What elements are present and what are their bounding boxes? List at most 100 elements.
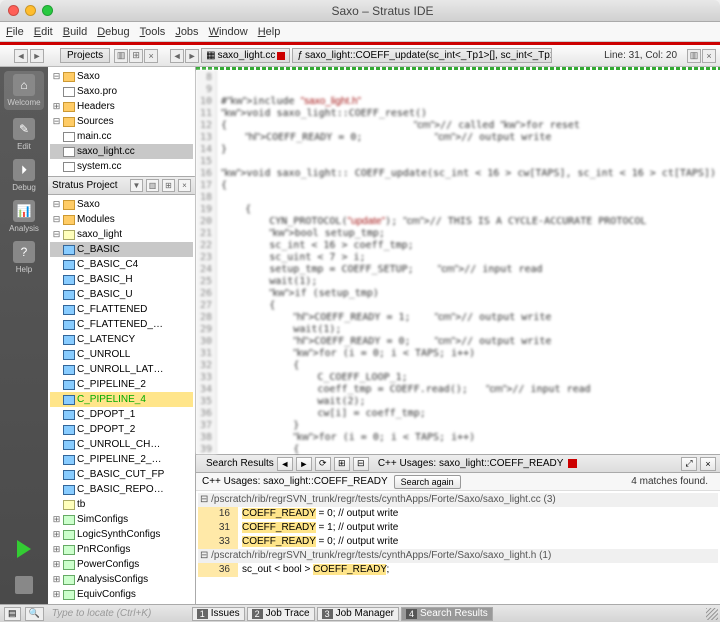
tree-item[interactable]: C_DPOPT_2 [50, 422, 193, 437]
panel-split-icon[interactable]: ▥ [146, 179, 159, 192]
maximize-icon[interactable] [42, 5, 53, 16]
tree-item[interactable]: ⊞SimConfigs [50, 512, 193, 527]
menu-tools[interactable]: Tools [140, 26, 166, 38]
status-tab-job-trace[interactable]: 2Job Trace [247, 607, 315, 621]
menu-file[interactable]: File [6, 26, 24, 38]
tree-item[interactable]: ⊞PnRConfigs [50, 542, 193, 557]
panel-pin-icon[interactable]: ⊞ [162, 179, 175, 192]
tree-item[interactable]: ⊞EquivConfigs [50, 587, 193, 602]
status-tab-search-results[interactable]: 4Search Results [401, 607, 493, 621]
code-editor[interactable]: 8 9 10 11 12 13 14 15 16 17 18 19 20 21 … [196, 70, 720, 454]
tree-twisty-icon[interactable]: ⊟ [52, 69, 61, 84]
search-refresh-icon[interactable]: ⟳ [315, 457, 331, 471]
menu-edit[interactable]: Edit [34, 26, 53, 38]
search-group[interactable]: ⊟ /pscratch/rib/regrSVN_trunk/regr/tests… [198, 493, 718, 507]
close-tab-icon[interactable] [277, 52, 285, 60]
tree-twisty-icon[interactable]: ⊞ [52, 557, 61, 572]
menu-window[interactable]: Window [209, 26, 248, 38]
stratus-tree[interactable]: ⊟Saxo⊟Modules⊟saxo_lightC_BASICC_BASIC_C… [48, 195, 195, 604]
tree-item[interactable]: ⊞Libraries [50, 602, 193, 604]
tree-item[interactable]: ⊟Saxo [50, 69, 193, 84]
search-result-line[interactable]: 36 sc_out < bool > COEFF_READY; [198, 563, 718, 577]
close-icon[interactable] [8, 5, 19, 16]
mode-welcome[interactable]: ⌂Welcome [4, 71, 44, 110]
search-maximize-icon[interactable]: ⤢ [681, 457, 697, 471]
locate-icon[interactable]: 🔍 [25, 607, 44, 621]
panel-split-icon[interactable]: ▥ [114, 49, 128, 63]
search-result-line[interactable]: 33 COEFF_READY = 0; // output write [198, 535, 718, 549]
tree-twisty-icon[interactable]: ⊞ [52, 587, 61, 602]
tree-twisty-icon[interactable]: ⊞ [52, 572, 61, 587]
mode-analysis[interactable]: 📊Analysis [4, 200, 44, 233]
tree-item[interactable]: C_BASIC [50, 242, 193, 257]
tree-item[interactable]: Saxo.pro [50, 84, 193, 99]
search-again-button[interactable]: Search again [394, 475, 461, 489]
tree-item[interactable]: C_FLATTENED_… [50, 317, 193, 332]
projects-panel-label[interactable]: Projects [60, 48, 110, 63]
tree-twisty-icon[interactable]: ⊞ [52, 527, 61, 542]
panel-pin-icon[interactable]: ⊞ [129, 49, 143, 63]
search-group[interactable]: ⊟ /pscratch/rib/regrSVN_trunk/regr/tests… [198, 549, 718, 563]
search-dropdown-icon[interactable] [568, 459, 577, 468]
projects-tree[interactable]: ⊟SaxoSaxo.pro⊞Headers⊟Sourcesmain.ccsaxo… [48, 67, 195, 177]
tree-item[interactable]: C_DPOPT_1 [50, 407, 193, 422]
tree-item[interactable]: ⊞Headers [50, 99, 193, 114]
editor-tab-symbol[interactable]: ƒ saxo_light::COEFF_update(sc_int<_Tp1>[… [292, 48, 552, 63]
tree-twisty-icon[interactable]: ⊞ [52, 512, 61, 527]
build-config-button[interactable] [15, 576, 33, 594]
tree-item[interactable]: tb [50, 497, 193, 512]
search-result-line[interactable]: 16 COEFF_READY = 0; // output write [198, 507, 718, 521]
tree-item[interactable]: C_PIPELINE_2 [50, 377, 193, 392]
status-tab-issues[interactable]: 1Issues [192, 607, 245, 621]
nav-fwd-icon[interactable]: ► [30, 49, 44, 63]
tree-item[interactable]: C_BASIC_REPO… [50, 482, 193, 497]
tree-twisty-icon[interactable]: ⊞ [52, 542, 61, 557]
tree-item[interactable]: ⊟Modules [50, 212, 193, 227]
tree-item[interactable]: ⊟Saxo [50, 197, 193, 212]
editor-close-icon[interactable]: × [702, 49, 716, 63]
tree-item[interactable]: C_PIPELINE_2_… [50, 452, 193, 467]
search-prev-icon[interactable]: ◄ [277, 457, 293, 471]
tree-item[interactable]: C_PIPELINE_4 [50, 392, 193, 407]
search-result-line[interactable]: 31 COEFF_READY = 1; // output write [198, 521, 718, 535]
resize-handle[interactable] [706, 608, 718, 620]
tree-item[interactable]: C_LATENCY [50, 332, 193, 347]
tree-item[interactable]: C_BASIC_C4 [50, 257, 193, 272]
minimize-icon[interactable] [25, 5, 36, 16]
tree-twisty-icon[interactable]: ⊞ [52, 602, 61, 604]
tree-twisty-icon[interactable]: ⊟ [52, 212, 61, 227]
output-toggle-icon[interactable]: ▤ [4, 607, 21, 621]
tree-item[interactable]: C_BASIC_H [50, 272, 193, 287]
tree-item[interactable]: ⊟Sources [50, 114, 193, 129]
tree-item[interactable]: ⊞LogicSynthConfigs [50, 527, 193, 542]
search-next-icon[interactable]: ► [296, 457, 312, 471]
tree-item[interactable]: ⊞PowerConfigs [50, 557, 193, 572]
panel-close-icon[interactable]: × [144, 49, 158, 63]
search-results-list[interactable]: ⊟ /pscratch/rib/regrSVN_trunk/regr/tests… [196, 491, 720, 604]
tree-item[interactable]: C_BASIC_CUT_FP [50, 467, 193, 482]
editor-tab-file[interactable]: ▦ saxo_light.cc [201, 48, 290, 63]
search-collapse-icon[interactable]: ⊟ [353, 457, 369, 471]
menu-debug[interactable]: Debug [97, 26, 129, 38]
tree-item[interactable]: C_FLATTENED [50, 302, 193, 317]
tree-item[interactable]: C_BASIC_U [50, 287, 193, 302]
tree-twisty-icon[interactable]: ⊟ [52, 197, 61, 212]
tree-item[interactable]: C_UNROLL [50, 347, 193, 362]
menu-build[interactable]: Build [63, 26, 87, 38]
panel-close-icon[interactable]: × [178, 179, 191, 192]
mode-help[interactable]: ?Help [4, 241, 44, 274]
search-expand-icon[interactable]: ⊞ [334, 457, 350, 471]
tree-item[interactable]: saxo_light.cc [50, 144, 193, 159]
tree-item[interactable]: ⊞AnalysisConfigs [50, 572, 193, 587]
status-tab-job-manager[interactable]: 3Job Manager [317, 607, 399, 621]
code-content[interactable]: #"kw">include "saxo_light.h" "kw">void s… [217, 70, 720, 454]
tree-twisty-icon[interactable]: ⊟ [52, 114, 61, 129]
tree-item[interactable]: main.cc [50, 129, 193, 144]
filter-icon[interactable]: ▼ [130, 179, 143, 192]
search-close-icon[interactable]: × [700, 457, 716, 471]
tree-item[interactable]: C_UNROLL_LAT… [50, 362, 193, 377]
run-button[interactable] [17, 540, 31, 558]
tree-twisty-icon[interactable]: ⊟ [52, 227, 61, 242]
tree-item[interactable]: ⊟saxo_light [50, 227, 193, 242]
menu-jobs[interactable]: Jobs [175, 26, 198, 38]
